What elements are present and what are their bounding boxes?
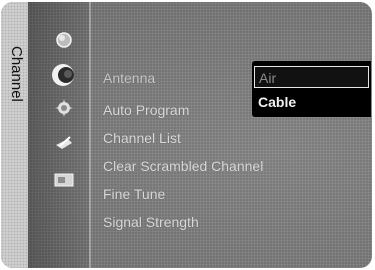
- antenna-dropdown: Air Cable: [252, 61, 371, 117]
- channel-menu-list: Antenna Auto Program Channel List Clear …: [103, 60, 263, 236]
- sound-icon[interactable]: [50, 62, 76, 88]
- input-icon[interactable]: [54, 170, 74, 190]
- picture-icon[interactable]: [54, 30, 74, 50]
- channel-icon[interactable]: [54, 98, 74, 118]
- menu-item-channel-list[interactable]: Channel List: [103, 124, 263, 152]
- menu-item-fine-tune[interactable]: Fine Tune: [103, 180, 263, 208]
- category-icon-column: [28, 2, 91, 268]
- menu-item-clear-scrambled-channel[interactable]: Clear Scrambled Channel: [103, 152, 263, 180]
- setup-icon[interactable]: [54, 133, 74, 153]
- dropdown-option-air[interactable]: Air: [254, 66, 369, 88]
- side-tab-label: Channel: [8, 46, 25, 102]
- dropdown-option-cable[interactable]: Cable: [254, 91, 369, 113]
- channel-side-tab: Channel: [1, 2, 28, 268]
- tv-menu-window: Channel Antenna Auto Program Channel Lis: [1, 2, 372, 268]
- menu-item-signal-strength[interactable]: Signal Strength: [103, 208, 263, 236]
- menu-item-auto-program[interactable]: Auto Program: [103, 96, 263, 124]
- menu-item-antenna[interactable]: Antenna: [103, 60, 263, 96]
